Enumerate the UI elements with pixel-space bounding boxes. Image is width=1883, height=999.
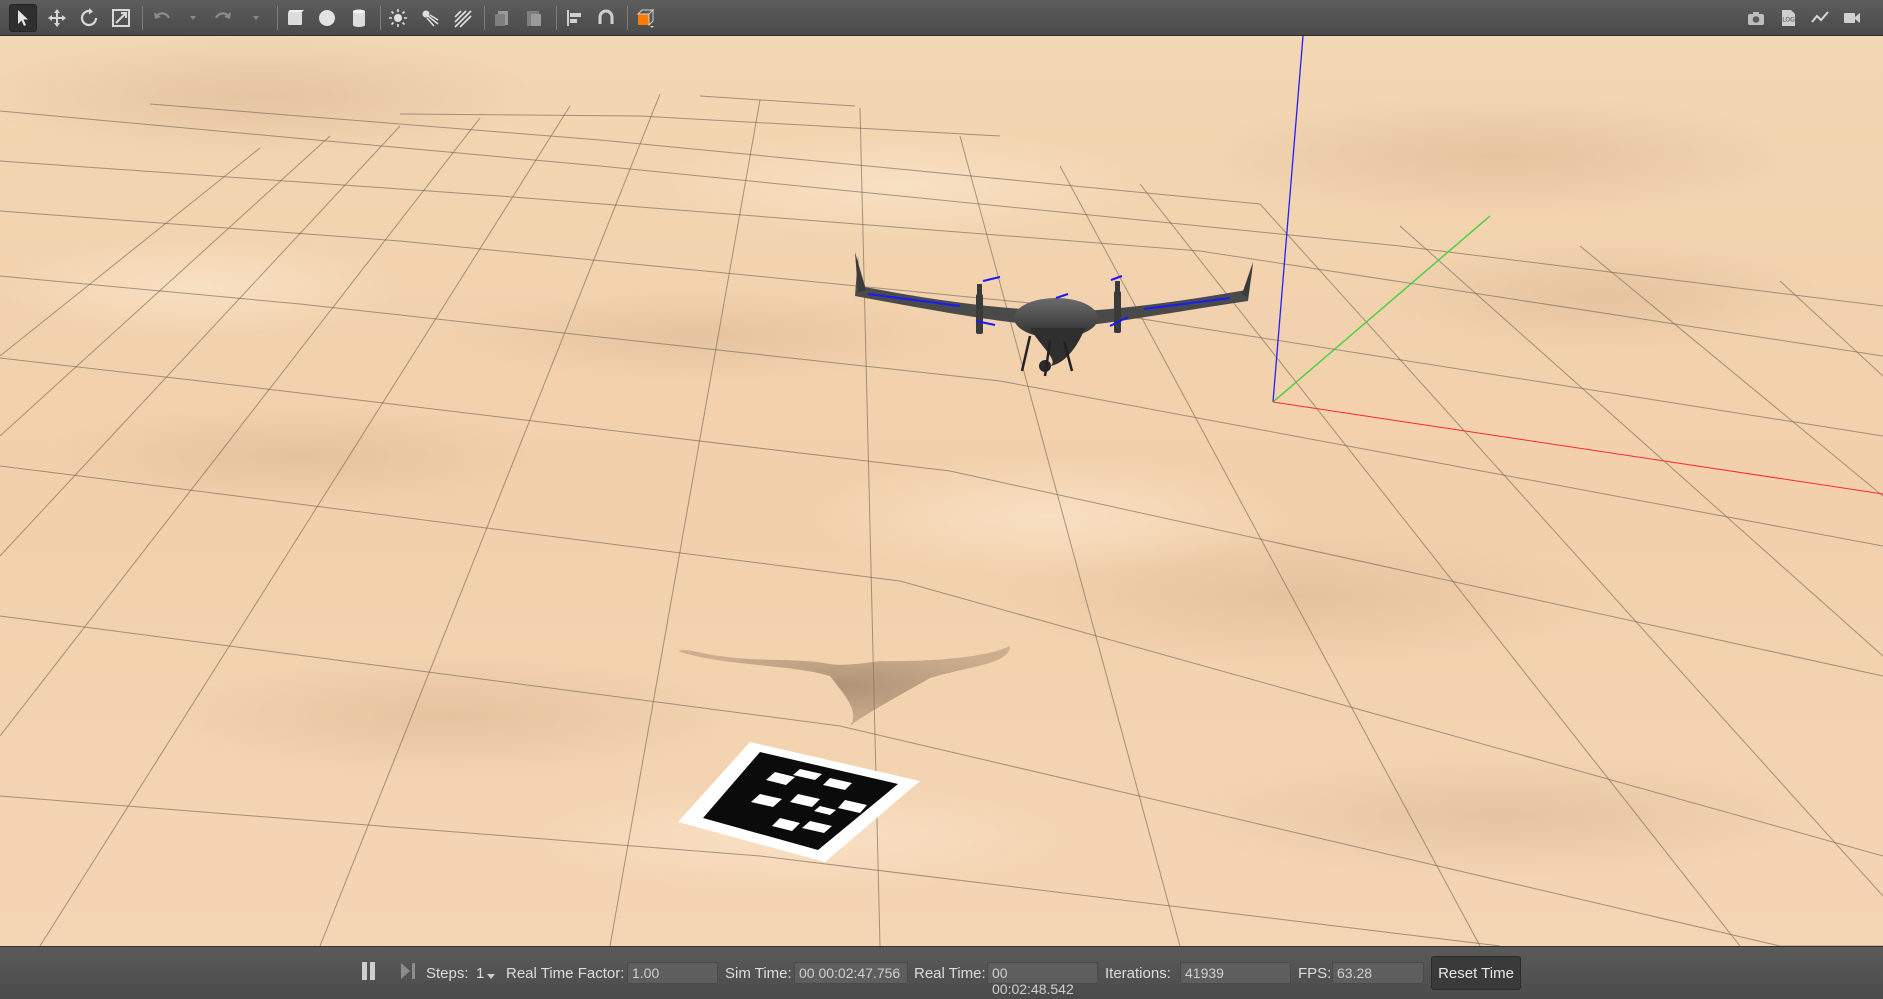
svg-text:LOG: LOG	[1782, 17, 1795, 24]
record-video-icon[interactable]	[1838, 4, 1866, 32]
real-time-factor-field: 1.00	[627, 962, 718, 984]
box-shape-icon[interactable]	[281, 4, 309, 32]
copy-icon[interactable]	[488, 4, 516, 32]
reset-time-button[interactable]: Reset Time	[1431, 956, 1521, 990]
redo-dropdown-icon[interactable]	[251, 13, 261, 23]
fps-field: 63.28	[1332, 962, 1424, 984]
iterations-field: 41939	[1180, 962, 1291, 984]
scene-render	[0, 36, 1883, 946]
sphere-shape-icon[interactable]	[313, 4, 341, 32]
screenshot-icon[interactable]	[1742, 4, 1770, 32]
scene-viewport[interactable]	[0, 36, 1883, 946]
spot-light-icon[interactable]	[416, 4, 444, 32]
simulation-control-bar: Steps: 1 Real Time Factor: 1.00 Sim Time…	[0, 946, 1883, 999]
steps-label: Steps:	[426, 964, 469, 982]
steps-dropdown-icon[interactable]	[486, 973, 496, 981]
sim-time-label: Sim Time:	[725, 964, 792, 982]
fps-label: FPS:	[1298, 964, 1332, 982]
sim-time-field: 00 00:02:47.756	[794, 962, 908, 984]
paste-icon[interactable]	[520, 4, 548, 32]
real-time-label: Real Time:	[914, 964, 986, 982]
iterations-label: Iterations:	[1105, 964, 1171, 982]
rotate-mode-icon[interactable]	[75, 4, 103, 32]
select-mode-icon[interactable]	[9, 4, 37, 32]
real-time-factor-label: Real Time Factor:	[506, 964, 625, 982]
steps-value[interactable]: 1	[476, 963, 484, 983]
scale-mode-icon[interactable]	[107, 4, 135, 32]
undo-icon[interactable]	[148, 4, 176, 32]
pause-icon[interactable]	[358, 961, 380, 981]
toolbar: LOG	[0, 0, 1883, 36]
real-time-field: 00 00:02:48.542	[987, 962, 1098, 997]
view-angle-icon[interactable]	[631, 4, 659, 32]
undo-dropdown-icon[interactable]	[188, 13, 198, 23]
log-icon[interactable]: LOG	[1774, 4, 1802, 32]
redo-icon[interactable]	[209, 4, 237, 32]
directional-light-icon[interactable]	[448, 4, 476, 32]
align-icon[interactable]	[560, 4, 588, 32]
point-light-icon[interactable]	[384, 4, 412, 32]
snap-icon[interactable]	[592, 4, 620, 32]
translate-mode-icon[interactable]	[43, 4, 71, 32]
plot-icon[interactable]	[1806, 4, 1834, 32]
step-icon[interactable]	[398, 961, 418, 981]
cylinder-shape-icon[interactable]	[345, 4, 373, 32]
